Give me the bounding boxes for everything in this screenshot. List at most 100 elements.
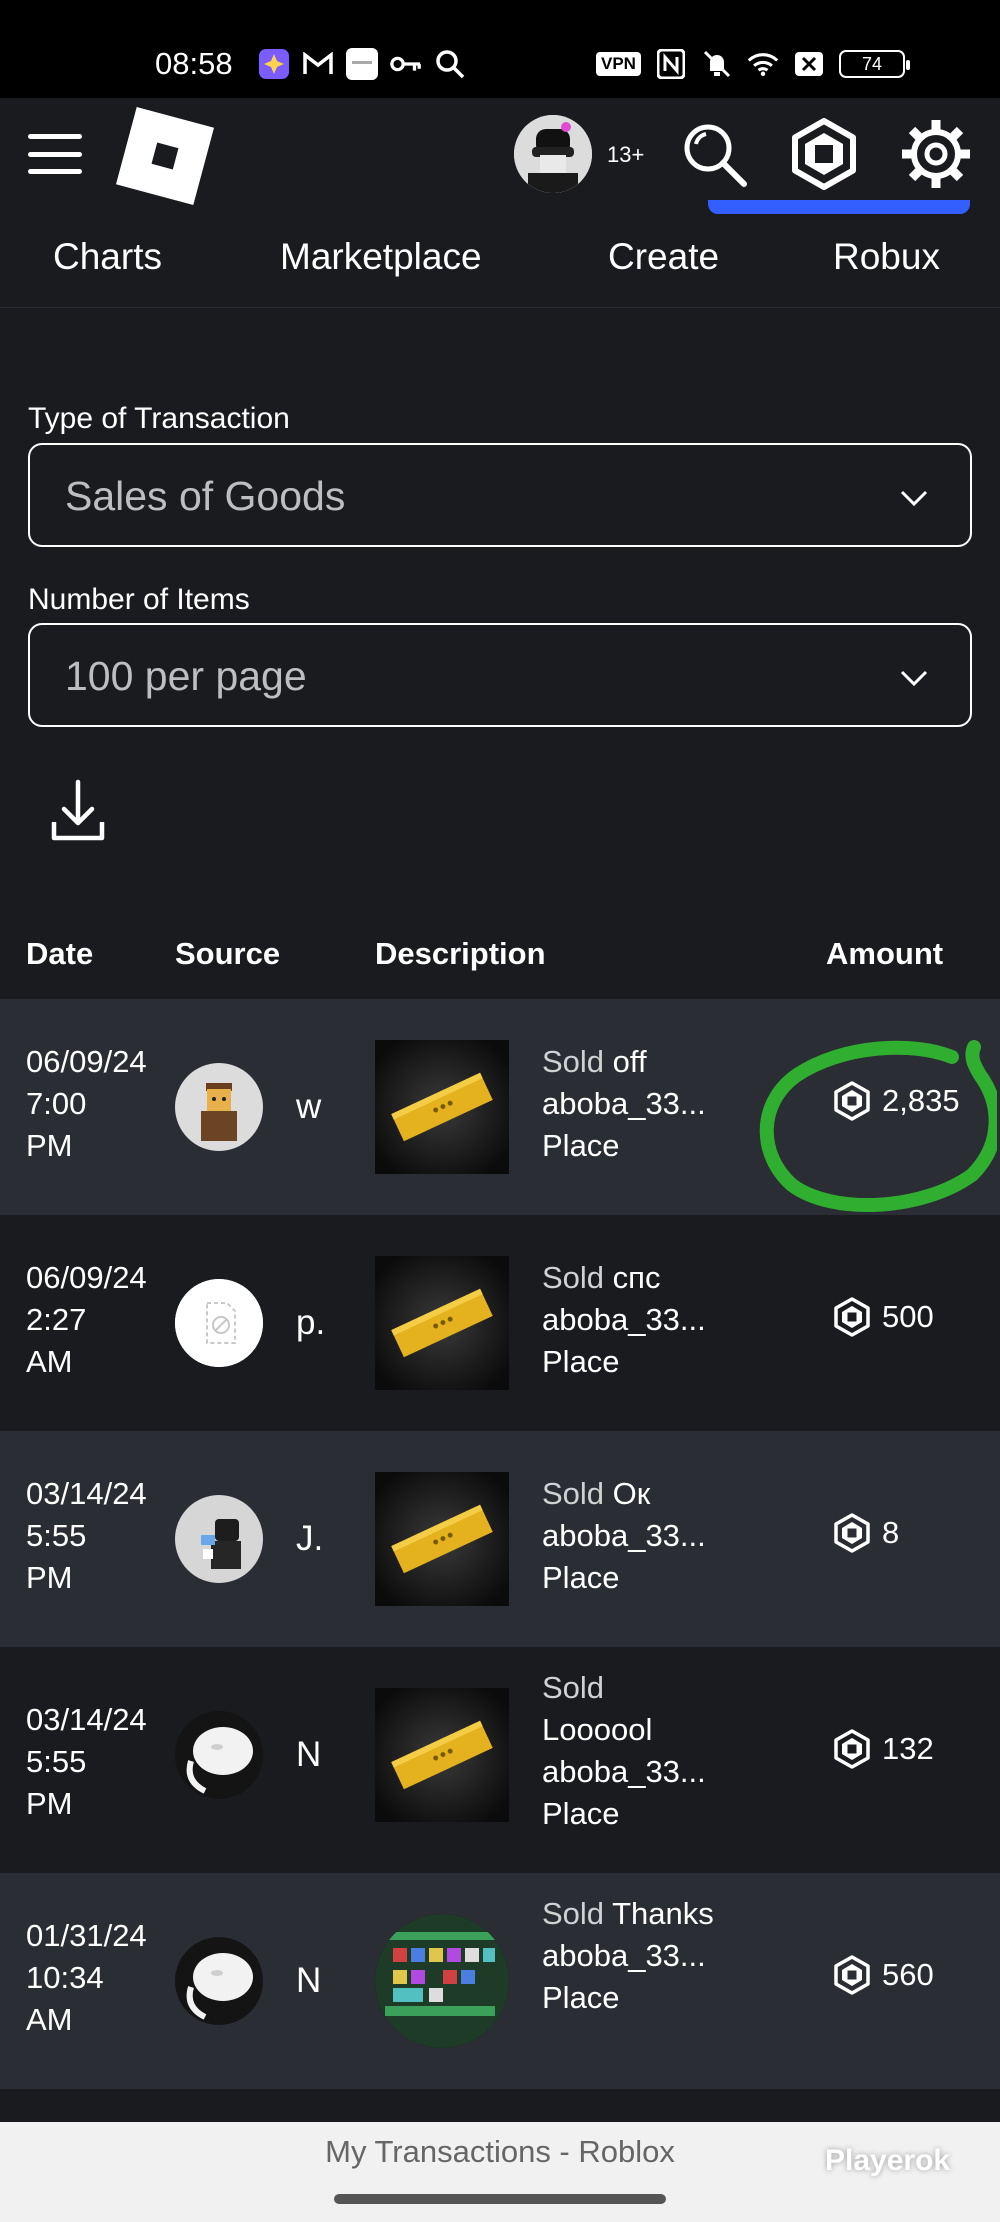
status-bar: 08:58 VPN 74 (0, 0, 1000, 98)
robux-icon (834, 1729, 870, 1769)
search-icon (434, 48, 466, 80)
user-avatar[interactable] (514, 115, 592, 193)
sold-label: Sold (542, 1044, 605, 1079)
chevron-down-icon (900, 490, 928, 507)
table-row: 01/31/24 10:34 AM N Sold Thanks aboba_33… (0, 1873, 1000, 2089)
item-description: Sold Thanks aboba_33... Place (542, 1893, 742, 2019)
item-thumbnail[interactable] (375, 1688, 509, 1822)
item-description: Sold Ок aboba_33... Place (542, 1473, 742, 1599)
items-count-label: Number of Items (28, 583, 250, 616)
amount-value: 500 (882, 1299, 934, 1334)
place-name[interactable]: aboba_33... (542, 1515, 742, 1557)
age-label: 13+ (607, 142, 645, 167)
item-name[interactable]: off (613, 1044, 647, 1079)
sold-label: Sold (542, 1476, 605, 1511)
item-description: Sold Loooool aboba_33... Place (542, 1667, 742, 1835)
item-name[interactable]: Loooool (542, 1709, 742, 1751)
roblox-logo-icon[interactable] (116, 107, 214, 205)
active-tab-indicator (708, 200, 970, 214)
source-avatar[interactable] (175, 1063, 263, 1151)
tab-charts[interactable]: Charts (53, 236, 162, 278)
gesture-handle[interactable] (334, 2194, 666, 2204)
nfc-icon (655, 48, 687, 80)
item-description: Sold спс aboba_33... Place (542, 1257, 742, 1383)
date-value: 06/09/24 (26, 1260, 147, 1295)
source-avatar[interactable] (175, 1495, 263, 1583)
amount-value: 132 (882, 1731, 934, 1766)
battery-indicator: 74 (838, 50, 910, 78)
place-type: Place (542, 1128, 620, 1163)
source-avatar[interactable] (175, 1279, 263, 1367)
source-name[interactable]: J. (296, 1519, 323, 1559)
transaction-type-value: Sales of Goods (65, 473, 346, 519)
no-sim-icon (793, 48, 825, 80)
download-icon (51, 779, 105, 841)
row-date: 03/14/24 5:55 PM (26, 1699, 176, 1825)
amount-value: 8 (882, 1515, 900, 1550)
menu-button[interactable] (28, 134, 82, 174)
source-name[interactable]: w (296, 1087, 321, 1127)
source-name[interactable]: N (296, 1961, 321, 2001)
item-name[interactable]: Ок (613, 1476, 651, 1511)
table-row: 06/09/24 2:27 AM p. Sold спс aboba_33...… (0, 1215, 1000, 1431)
date-value: 03/14/24 (26, 1476, 147, 1511)
place-type: Place (542, 1344, 620, 1379)
robux-icon (792, 118, 856, 190)
menu-icon-line (28, 134, 82, 139)
browser-bottom-bar: My Transactions - Roblox Playerok (0, 2122, 1000, 2222)
place-name[interactable]: aboba_33... (542, 1083, 742, 1125)
sold-label: Sold (542, 1670, 605, 1705)
menu-icon-line (28, 169, 82, 174)
item-thumbnail[interactable] (375, 1256, 509, 1390)
place-name[interactable]: aboba_33... (542, 1935, 742, 1977)
place-name[interactable]: aboba_33... (542, 1299, 742, 1341)
app-icon (258, 48, 290, 80)
ampm-value: PM (26, 1786, 73, 1821)
item-thumbnail[interactable] (375, 1040, 509, 1174)
robux-button[interactable] (788, 118, 860, 190)
place-name[interactable]: aboba_33... (542, 1751, 742, 1793)
robux-icon (834, 1513, 870, 1553)
mute-icon (701, 48, 733, 80)
download-button[interactable] (50, 778, 106, 844)
sold-label: Sold (542, 1896, 605, 1931)
tab-create[interactable]: Create (608, 236, 719, 278)
row-amount: 560 (832, 1955, 934, 1995)
status-time: 08:58 (155, 46, 233, 81)
robux-icon (834, 1297, 870, 1337)
table-row: 03/14/24 5:55 PM J. Sold Ок aboba_33... … (0, 1431, 1000, 1647)
menu-icon-line (28, 151, 82, 157)
header-source: Source (175, 936, 281, 971)
source-avatar[interactable] (175, 1711, 263, 1799)
date-value: 01/31/24 (26, 1918, 147, 1953)
search-button[interactable] (680, 120, 750, 190)
transaction-type-select[interactable]: Sales of Goods (28, 443, 972, 547)
key-icon (390, 48, 422, 80)
nav-tabs: Charts Marketplace Create Robux (0, 236, 1000, 296)
date-value: 03/14/24 (26, 1702, 147, 1737)
gear-icon (902, 120, 970, 188)
status-notification-icons (258, 48, 466, 80)
vpn-badge: VPN (596, 52, 641, 76)
table-row: 03/14/24 5:55 PM N Sold Loooool aboba_33… (0, 1647, 1000, 1863)
tab-marketplace[interactable]: Marketplace (280, 236, 482, 278)
source-name[interactable]: N (296, 1735, 321, 1775)
status-system-icons: VPN 74 (596, 48, 910, 80)
highlight-circle-annotation (759, 1040, 997, 1212)
items-per-page-select[interactable]: 100 per page (28, 623, 972, 727)
item-name[interactable]: спс (613, 1260, 661, 1295)
row-date: 03/14/24 5:55 PM (26, 1473, 176, 1599)
amount-value: 560 (882, 1957, 934, 1992)
item-thumbnail[interactable] (375, 1914, 509, 2048)
row-date: 01/31/24 10:34 AM (26, 1915, 176, 2041)
source-avatar[interactable] (175, 1937, 263, 2025)
item-thumbnail[interactable] (375, 1472, 509, 1606)
tab-robux[interactable]: Robux (833, 236, 940, 278)
ampm-value: AM (26, 1344, 73, 1379)
source-name[interactable]: p. (296, 1303, 325, 1343)
transaction-type-label: Type of Transaction (28, 402, 290, 435)
sold-label: Sold (542, 1260, 605, 1295)
item-name[interactable]: Thanks (612, 1896, 714, 1931)
row-amount: 500 (832, 1297, 934, 1337)
settings-button[interactable] (900, 118, 972, 190)
